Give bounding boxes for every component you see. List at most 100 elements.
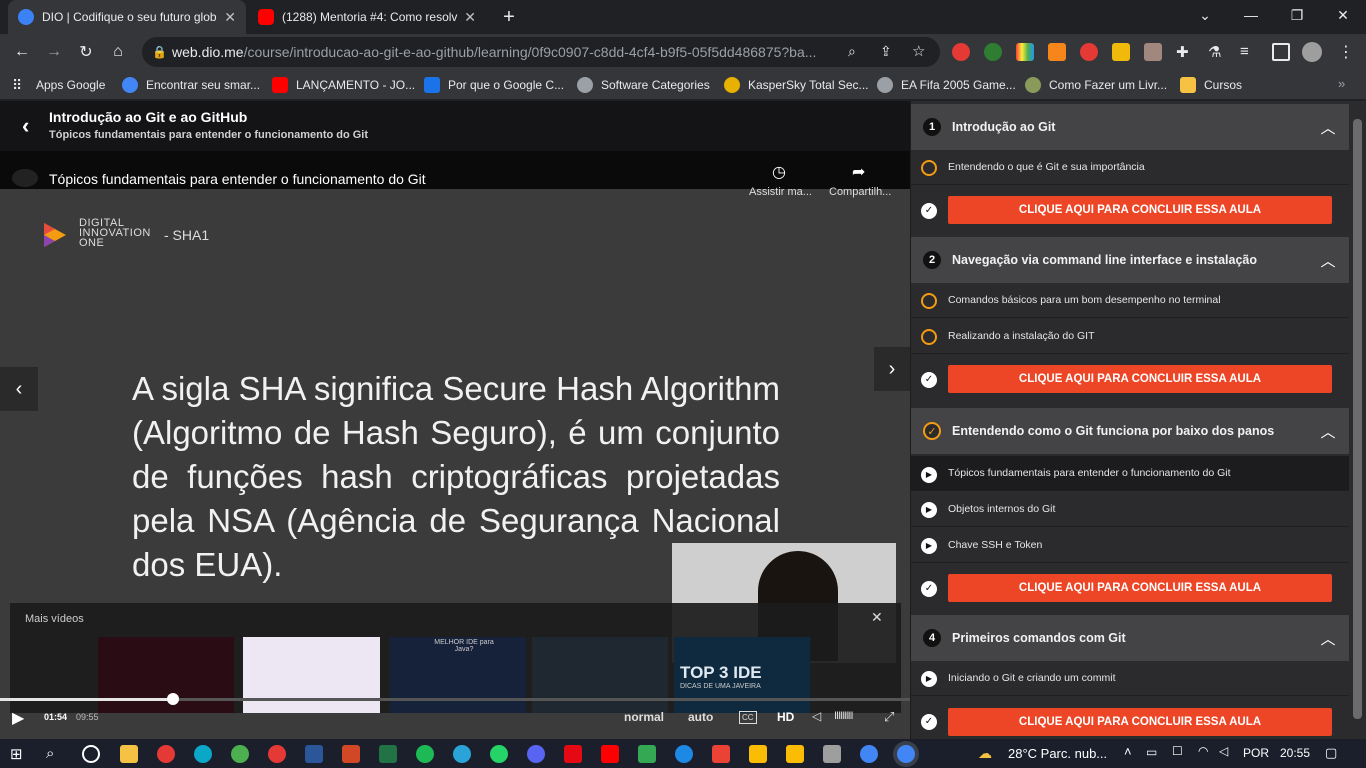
- globe-app-icon[interactable]: [675, 745, 693, 763]
- language-indicator[interactable]: POR: [1243, 746, 1269, 760]
- previous-lesson-button[interactable]: ‹: [0, 367, 38, 411]
- lesson-item[interactable]: Realizando a instalação do GIT: [911, 319, 1349, 354]
- extensions-puzzle-icon[interactable]: ✚: [1176, 43, 1194, 61]
- settings-app-icon[interactable]: [268, 745, 286, 763]
- video-progress-track[interactable]: [0, 693, 910, 705]
- file-explorer-icon[interactable]: [120, 745, 138, 763]
- address-bar[interactable]: 🔒 web.dio.me/course/introducao-ao-git-e-…: [142, 37, 940, 67]
- discord-icon[interactable]: [527, 745, 545, 763]
- bookmarks-overflow-icon[interactable]: »: [1338, 76, 1345, 91]
- playback-speed-button[interactable]: normal: [624, 710, 664, 724]
- zoom-search-icon[interactable]: ⌕: [848, 43, 856, 60]
- hd-button[interactable]: HD: [777, 710, 794, 724]
- tray-wifi-icon[interactable]: ◠: [1198, 744, 1208, 758]
- extension-colors-icon[interactable]: [1016, 43, 1034, 61]
- extension-opera-icon[interactable]: [1080, 43, 1098, 61]
- bookmark-apps-google[interactable]: ⠿ Apps Google: [12, 76, 105, 94]
- fullscreen-icon[interactable]: ⤢: [884, 709, 894, 725]
- weather-text[interactable]: 28°C Parc. nub...: [1008, 746, 1107, 761]
- labs-flask-icon[interactable]: ⚗: [1208, 43, 1226, 61]
- excel-icon[interactable]: [379, 745, 397, 763]
- lesson-item[interactable]: Chave SSH e Token: [911, 528, 1349, 563]
- tray-network-icon[interactable]: ☐: [1172, 744, 1183, 758]
- lesson-item[interactable]: Entendendo o que é Git e sua importância: [911, 150, 1349, 185]
- play-icon[interactable]: ▶: [12, 708, 24, 728]
- next-lesson-button[interactable]: ›: [874, 347, 910, 391]
- chevron-up-icon[interactable]: ︿: [1313, 250, 1343, 271]
- section-header[interactable]: 4 Primeiros comandos com Git ︿: [911, 615, 1349, 661]
- related-video-thumb[interactable]: TOP 3 IDE DICAS DE UMA JAVEIRA: [674, 637, 810, 713]
- extension-metamask-icon[interactable]: [1048, 43, 1066, 61]
- bookmark-star-icon[interactable]: ☆: [912, 42, 925, 60]
- video-scrub-handle[interactable]: [166, 693, 179, 705]
- complete-lesson-button[interactable]: CLIQUE AQUI PARA CONCLUIR ESSA AULA: [948, 574, 1332, 602]
- share-button[interactable]: Compartilh...: [829, 186, 899, 198]
- bookmark-kaspersky[interactable]: KasperSky Total Sec...: [724, 76, 869, 94]
- bookmark-google-c[interactable]: Por que o Google C...: [424, 76, 564, 94]
- lesson-item[interactable]: Objetos internos do Git: [911, 492, 1349, 527]
- clock-icon[interactable]: ◷: [772, 162, 786, 182]
- extension-binance-icon[interactable]: [1112, 43, 1130, 61]
- profile-avatar[interactable]: [1302, 42, 1322, 62]
- windows-start-icon[interactable]: ⊞: [10, 745, 28, 763]
- keep-icon[interactable]: [786, 745, 804, 763]
- bookmark-encontrar[interactable]: Encontrar seu smar...: [122, 76, 260, 94]
- new-tab-button[interactable]: +: [498, 6, 520, 28]
- close-tab-icon[interactable]: ✕: [464, 9, 476, 26]
- photos-icon[interactable]: [638, 745, 656, 763]
- complete-lesson-button[interactable]: CLIQUE AQUI PARA CONCLUIR ESSA AULA: [948, 196, 1332, 224]
- word-icon[interactable]: [305, 745, 323, 763]
- related-video-thumb[interactable]: [532, 637, 668, 713]
- volume-bars[interactable]: IIIIIIIII: [834, 710, 853, 722]
- extension-dollar-icon[interactable]: [984, 43, 1002, 61]
- close-panel-icon[interactable]: ✕: [871, 609, 883, 626]
- chrome-active-icon[interactable]: [897, 745, 915, 763]
- drive-icon[interactable]: [749, 745, 767, 763]
- telegram-icon[interactable]: [453, 745, 471, 763]
- bookmark-lancamento[interactable]: LANÇAMENTO - JO...: [272, 76, 415, 94]
- chevron-up-icon[interactable]: ︿: [1313, 421, 1343, 442]
- quality-auto-button[interactable]: auto: [688, 710, 713, 724]
- bookmark-livro[interactable]: Como Fazer um Livr...: [1025, 76, 1167, 94]
- share-icon[interactable]: ⇪: [880, 43, 892, 60]
- watch-later-button[interactable]: Assistir ma...: [749, 186, 819, 198]
- bookmark-fifa[interactable]: EA Fifa 2005 Game...: [877, 76, 1016, 94]
- extension-adblock-icon[interactable]: [952, 43, 970, 61]
- close-window-button[interactable]: ✕: [1320, 0, 1366, 30]
- related-video-thumb[interactable]: MELHOR IDE para Java?: [390, 637, 526, 713]
- lesson-item-current[interactable]: Tópicos fundamentais para entender o fun…: [911, 456, 1349, 491]
- close-tab-icon[interactable]: ✕: [224, 9, 236, 26]
- gmail-icon[interactable]: [712, 745, 730, 763]
- media-queue-icon[interactable]: ≡: [1240, 43, 1258, 61]
- side-panel-icon[interactable]: [1272, 43, 1290, 61]
- reload-button[interactable]: ↻: [74, 40, 98, 64]
- lesson-item[interactable]: Iniciando o Git e criando um commit: [911, 661, 1349, 696]
- video-title[interactable]: Tópicos fundamentais para entender o fun…: [49, 171, 426, 187]
- share-arrow-icon[interactable]: ➦: [852, 162, 865, 182]
- back-button[interactable]: ←: [10, 40, 34, 64]
- captions-button[interactable]: CC: [739, 711, 757, 724]
- chevron-up-icon[interactable]: ︿: [1313, 628, 1343, 649]
- section-header[interactable]: 2 Navegação via command line interface e…: [911, 237, 1349, 283]
- extension-notes-icon[interactable]: [1144, 43, 1162, 61]
- tab-dio[interactable]: DIO | Codifique o seu futuro glob ✕: [8, 0, 246, 34]
- minimize-button[interactable]: —: [1228, 0, 1274, 30]
- lesson-item[interactable]: Comandos básicos para um bom desempenho …: [911, 283, 1349, 318]
- menu-kebab-icon[interactable]: ⋮: [1338, 42, 1354, 62]
- edge-icon[interactable]: [194, 745, 212, 763]
- related-video-thumb[interactable]: [98, 637, 234, 713]
- tab-search-chevron-icon[interactable]: ⌄: [1182, 0, 1228, 30]
- section-header[interactable]: ✓ Entendendo como o Git funciona por bai…: [911, 408, 1349, 454]
- scrollbar-thumb[interactable]: [1353, 119, 1362, 719]
- tray-chevron-up-icon[interactable]: ˄: [1124, 744, 1132, 759]
- netflix-icon[interactable]: [564, 745, 582, 763]
- utorrent-icon[interactable]: [231, 745, 249, 763]
- related-video-thumb[interactable]: [243, 637, 380, 713]
- chevron-up-icon[interactable]: ︿: [1313, 117, 1343, 138]
- youtube-app-icon[interactable]: [601, 745, 619, 763]
- chrome-icon[interactable]: [860, 745, 878, 763]
- sidebar-scrollbar[interactable]: [1349, 101, 1366, 739]
- forward-button[interactable]: →: [42, 40, 66, 64]
- whatsapp-icon[interactable]: [490, 745, 508, 763]
- notification-icon[interactable]: ▢: [1325, 745, 1337, 761]
